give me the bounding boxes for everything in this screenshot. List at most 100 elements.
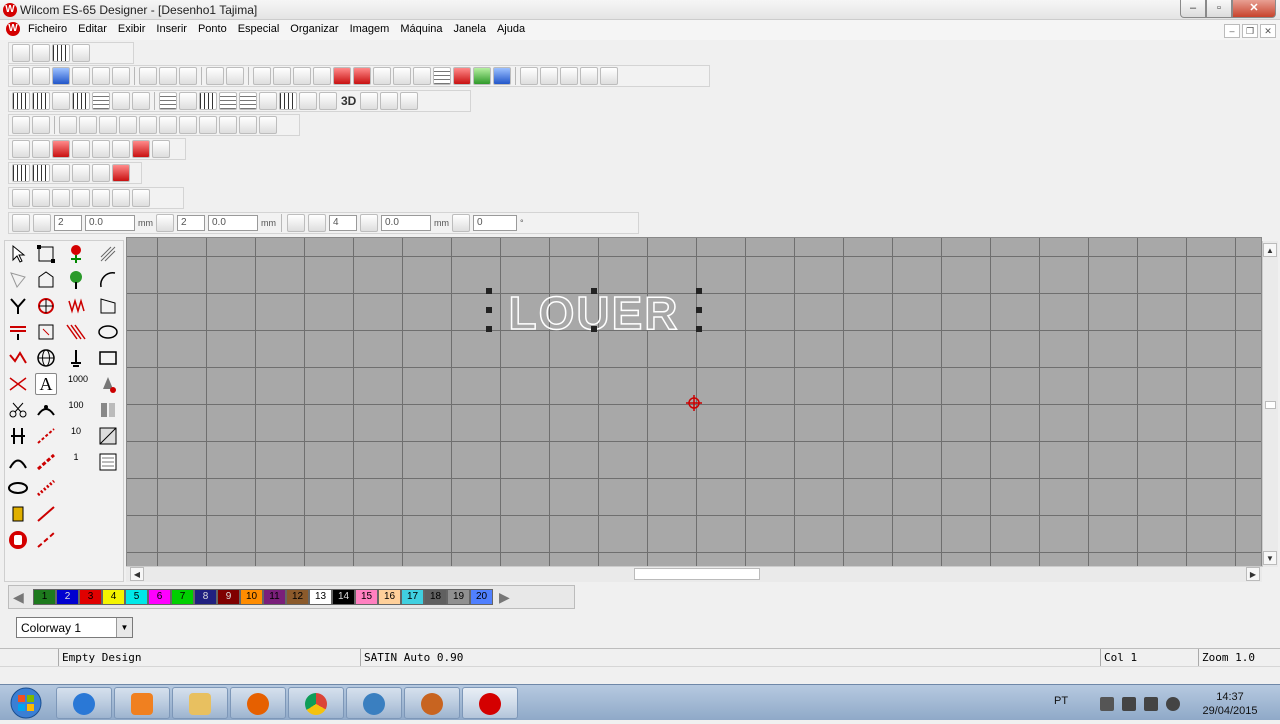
effect-3-icon[interactable]	[52, 140, 70, 158]
taskbar-settings[interactable]	[346, 687, 402, 719]
chenille-icon[interactable]	[400, 92, 419, 110]
field-4-input[interactable]: 0.0	[208, 215, 258, 231]
effect-1-icon[interactable]	[12, 140, 30, 158]
polyline-select-icon[interactable]	[7, 269, 29, 291]
save-icon[interactable]	[52, 67, 70, 85]
device-icon[interactable]	[1122, 697, 1136, 711]
user-split-icon[interactable]	[239, 92, 257, 110]
effect-5-icon[interactable]	[92, 140, 110, 158]
shape-tool-icon[interactable]	[12, 116, 30, 134]
object-tool-7-icon[interactable]	[179, 116, 197, 134]
fancy-fill-icon[interactable]	[92, 92, 110, 110]
taskbar-chrome[interactable]	[288, 687, 344, 719]
paste-icon[interactable]	[179, 67, 197, 85]
puffy-icon[interactable]	[360, 92, 379, 110]
backstitch-icon[interactable]	[35, 529, 57, 551]
document-icon[interactable]: W	[6, 22, 20, 36]
open-folder-icon[interactable]	[32, 67, 50, 85]
scroll-right-icon[interactable]: ▶	[1246, 567, 1260, 581]
freehand-icon[interactable]	[97, 295, 119, 317]
3d-button[interactable]: 3D	[339, 94, 358, 108]
color-swatch[interactable]: 1	[33, 589, 56, 605]
handle-e[interactable]	[696, 307, 702, 313]
appliqué-icon[interactable]	[97, 399, 119, 421]
rotate-tool-icon[interactable]	[35, 295, 57, 317]
color-swatch[interactable]: 15	[355, 589, 378, 605]
field-5-input[interactable]: 4	[329, 215, 357, 231]
rotate-icon[interactable]	[452, 214, 470, 232]
menu-organizar[interactable]: Organizar	[290, 23, 338, 35]
select-arrow-icon[interactable]	[12, 44, 30, 62]
new-file-icon[interactable]	[12, 67, 30, 85]
effect-2-icon[interactable]	[32, 140, 50, 158]
clock-date[interactable]: 29/04/2015	[1196, 705, 1264, 717]
field-3-input[interactable]: 2	[177, 215, 205, 231]
color-swatch[interactable]: 12	[286, 589, 309, 605]
auto-digitize-icon[interactable]	[97, 425, 119, 447]
taskbar-wilcom[interactable]	[462, 687, 518, 719]
measure-icon[interactable]	[413, 67, 431, 85]
view-3-icon[interactable]	[52, 164, 70, 182]
taskbar-explorer[interactable]	[172, 687, 228, 719]
color-swatch[interactable]: 16	[378, 589, 401, 605]
param-1-icon[interactable]	[12, 214, 30, 232]
object-tool-8-icon[interactable]	[199, 116, 217, 134]
show-stitches-icon[interactable]	[333, 67, 351, 85]
object-tool-2-icon[interactable]	[79, 116, 97, 134]
app-icon[interactable]: W	[3, 3, 17, 17]
show-points-icon[interactable]	[393, 67, 411, 85]
arrange-1-icon[interactable]	[12, 189, 30, 207]
vertical-scrollbar[interactable]: ▲ ▼	[1262, 241, 1278, 567]
arrange-7-icon[interactable]	[132, 189, 150, 207]
mdi-close-button[interactable]: ✕	[1260, 24, 1276, 38]
raised-satin-icon[interactable]	[279, 92, 297, 110]
photo-flash-icon[interactable]	[97, 451, 119, 473]
trapunto-icon[interactable]	[259, 92, 277, 110]
design-properties-icon[interactable]	[520, 67, 538, 85]
show-background-icon[interactable]	[493, 67, 511, 85]
export-icon[interactable]	[112, 67, 130, 85]
mdi-restore-button[interactable]: ❐	[1242, 24, 1258, 38]
handle-s[interactable]	[591, 326, 597, 332]
arrange-2-icon[interactable]	[32, 189, 50, 207]
cut-icon[interactable]	[139, 67, 157, 85]
color-swatch[interactable]: 19	[447, 589, 470, 605]
language-indicator[interactable]: PT	[1054, 695, 1068, 707]
object-list-icon[interactable]	[600, 67, 618, 85]
vertical-split-icon[interactable]	[7, 425, 29, 447]
show-outlines-icon[interactable]	[353, 67, 371, 85]
object-tool-3-icon[interactable]	[99, 116, 117, 134]
knife-icon[interactable]	[7, 295, 29, 317]
arc-icon[interactable]	[97, 269, 119, 291]
network-icon[interactable]	[1144, 697, 1158, 711]
taskbar-firefox[interactable]	[230, 687, 286, 719]
handle-sw[interactable]	[486, 326, 492, 332]
color-swatch[interactable]: 17	[401, 589, 424, 605]
print-icon[interactable]	[72, 67, 90, 85]
taskbar-app[interactable]	[404, 687, 460, 719]
paint-icon[interactable]	[97, 373, 119, 395]
color-swatch[interactable]: 8	[194, 589, 217, 605]
taskbar-media[interactable]	[114, 687, 170, 719]
menu-ficheiro[interactable]: Ficheiro	[28, 23, 67, 35]
view-5-icon[interactable]	[92, 164, 110, 182]
move-icon[interactable]	[287, 214, 305, 232]
color-swatch[interactable]: 11	[263, 589, 286, 605]
spool-icon[interactable]	[7, 503, 29, 525]
single-run-icon[interactable]	[35, 503, 57, 525]
stitch-count-1000[interactable]: 1000	[65, 373, 91, 395]
menu-especial[interactable]: Especial	[238, 23, 280, 35]
lines-fill-icon[interactable]	[319, 92, 337, 110]
mirror-icon[interactable]	[293, 67, 311, 85]
scroll-down-icon[interactable]: ▼	[1263, 551, 1277, 565]
handle-nw[interactable]	[486, 288, 492, 294]
show-lines-icon[interactable]	[373, 67, 391, 85]
tree-icon[interactable]	[65, 269, 87, 291]
redo-icon[interactable]	[226, 67, 244, 85]
view-1-icon[interactable]	[12, 164, 30, 182]
handle-se[interactable]	[696, 326, 702, 332]
color-swatch[interactable]: 9	[217, 589, 240, 605]
object-tool-6-icon[interactable]	[159, 116, 177, 134]
object-tool-5-icon[interactable]	[139, 116, 157, 134]
handle-n[interactable]	[591, 288, 597, 294]
